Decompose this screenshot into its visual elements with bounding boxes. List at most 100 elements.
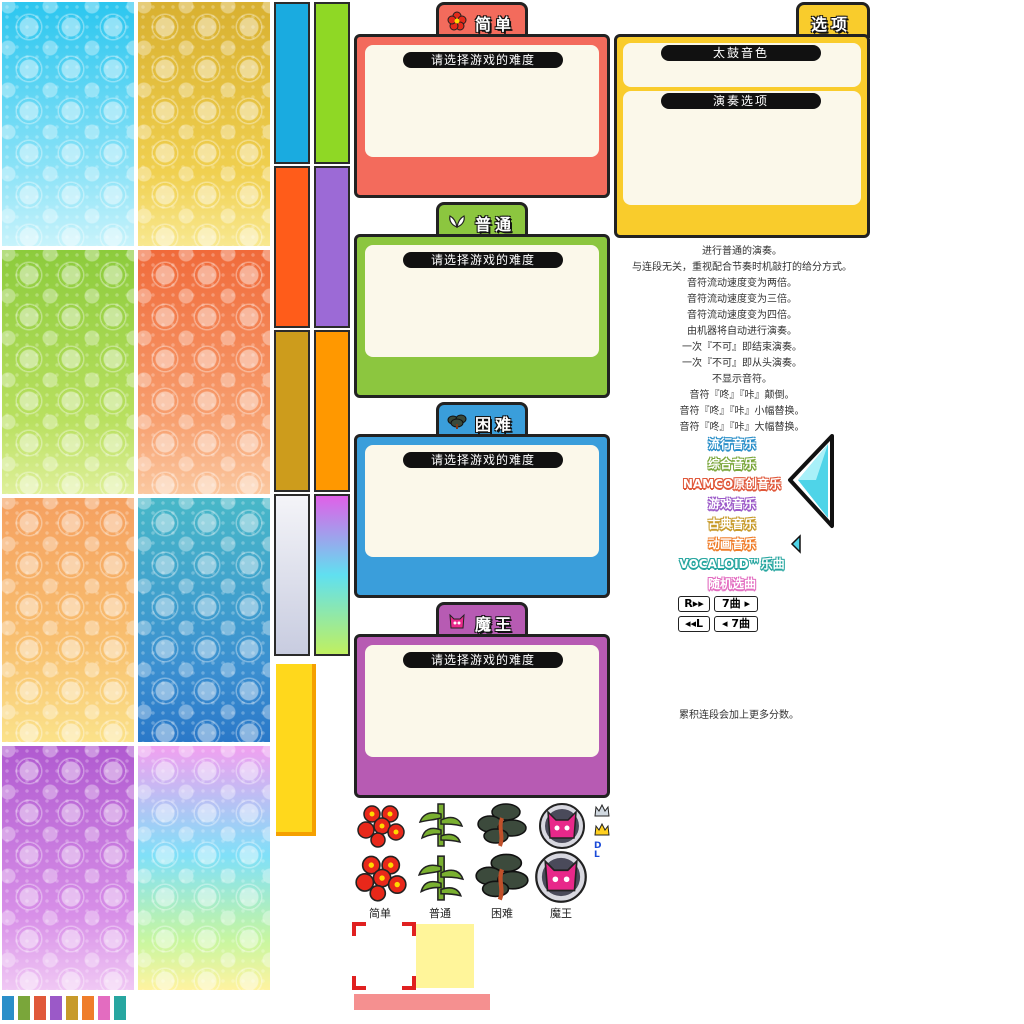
dl-badge: DL xyxy=(594,841,602,860)
strip-lime xyxy=(314,2,350,164)
fast-forward-icon: ▸▸ xyxy=(692,597,704,610)
r-key-button[interactable]: R▸▸ xyxy=(678,596,710,612)
genre-color-swatch xyxy=(114,996,126,1020)
desc-line: 一次『不可』即结束演奏。 xyxy=(682,342,802,353)
flower-icon xyxy=(447,11,467,31)
caption-normal: 普通 xyxy=(429,907,451,920)
panel-easy[interactable]: 请选择游戏的难度 xyxy=(354,34,610,198)
bamboo-leaf-icon xyxy=(449,215,465,228)
genre-game[interactable]: 游戏音乐 xyxy=(672,495,792,512)
desc-line: 音符『咚』『咔』大幅替换。 xyxy=(679,422,805,433)
genre-vocaloid[interactable]: VOCALOID™乐曲 xyxy=(672,555,792,572)
tab-options[interactable]: 选项 xyxy=(796,2,870,38)
tab-oni-label: 魔王 xyxy=(475,615,516,634)
bg-tile-green xyxy=(2,250,134,494)
highlight-swatch-yellow xyxy=(416,924,474,988)
flower-icon xyxy=(355,855,407,902)
highlight-bar-pink xyxy=(354,994,490,1010)
bg-tile-gold xyxy=(138,2,270,246)
selection-frame-corners xyxy=(352,922,416,990)
panel-normal-prompt: 请选择游戏的难度 xyxy=(403,252,563,268)
desc-line: 与连段无关，重视配合节奏时机敲打的给分方式。 xyxy=(632,262,852,273)
genre-color-swatch xyxy=(82,996,94,1020)
small-arrow-cursor-icon xyxy=(790,534,801,554)
bamboo-icon xyxy=(417,855,465,901)
caret-left-icon: ◂ xyxy=(721,617,732,630)
panel-oni-prompt: 请选择游戏的难度 xyxy=(403,652,563,668)
caption-hard: 困难 xyxy=(491,907,513,920)
large-arrow-cursor-icon xyxy=(788,434,834,528)
genre-variety[interactable]: 综合音乐 xyxy=(672,455,792,472)
genre-classical[interactable]: 古典音乐 xyxy=(672,515,792,532)
genre-anime[interactable]: 动画音乐 xyxy=(672,535,792,552)
desc-line: 音符流动速度变为两倍。 xyxy=(687,278,797,289)
desc-line: 音符『咚』『咔』小幅替换。 xyxy=(679,406,805,417)
tab-normal-label: 普通 xyxy=(475,215,516,234)
bamboo-icon xyxy=(418,803,464,847)
l-key-label: L xyxy=(696,617,704,630)
rewind-icon: ◂◂ xyxy=(684,617,697,630)
desc-line: 音符『咚』『咔』颠倒。 xyxy=(689,390,795,401)
tab-options-label: 选项 xyxy=(811,15,852,34)
l-key-button[interactable]: ◂◂L xyxy=(678,616,710,632)
flower-icon xyxy=(357,805,405,848)
strip-rainbow xyxy=(314,494,350,656)
genre-namco[interactable]: NAMCO原创音乐 xyxy=(672,475,792,492)
skip-prev-button[interactable]: ◂ 7曲 xyxy=(714,616,758,632)
caption-easy: 简单 xyxy=(369,907,391,920)
play-options-label: 演奏选项 xyxy=(661,93,821,109)
genre-color-swatch xyxy=(18,996,30,1020)
strip-ochre xyxy=(274,330,310,492)
pine-tree-icon xyxy=(447,414,467,429)
panel-hard-prompt: 请选择游戏的难度 xyxy=(403,452,563,468)
panel-easy-prompt: 请选择游戏的难度 xyxy=(403,52,563,68)
oni-mask-icon xyxy=(535,851,587,903)
genre-pop[interactable]: 流行音乐 xyxy=(672,435,792,452)
tab-easy-label: 简单 xyxy=(475,15,516,34)
crown-gold-icon xyxy=(594,823,610,836)
pine-tree-icon xyxy=(477,803,527,847)
panel-oni[interactable]: 请选择游戏的难度 xyxy=(354,634,610,798)
pine-tree-icon xyxy=(475,853,529,901)
tab-easy[interactable]: 简单 xyxy=(436,2,528,38)
strip-orange-red xyxy=(274,166,310,328)
caption-oni: 魔王 xyxy=(550,907,572,920)
drum-color-label: 太鼓音色 xyxy=(661,45,821,61)
strip-orange xyxy=(314,330,350,492)
bg-tile-orange xyxy=(138,250,270,494)
desc-line: 不显示音符。 xyxy=(712,374,772,385)
skip-prev-label: 7曲 xyxy=(731,617,750,630)
strip-silver xyxy=(274,494,310,656)
skip-next-label: 7曲 xyxy=(721,597,741,610)
strip-blue xyxy=(274,2,310,164)
genre-color-swatch xyxy=(2,996,14,1020)
r-key-label: R xyxy=(684,597,693,610)
skip-next-button[interactable]: 7曲 ▸ xyxy=(714,596,758,612)
desc-line: 音符流动速度变为四倍。 xyxy=(687,310,797,321)
desc-line: 由机器将自动进行演奏。 xyxy=(687,326,797,337)
bg-tile-peach xyxy=(2,498,134,742)
bg-tile-teal xyxy=(138,498,270,742)
bg-tile-rainbow xyxy=(138,746,270,990)
desc-line: 进行普通的演奏。 xyxy=(702,246,782,257)
panel-normal[interactable]: 请选择游戏的难度 xyxy=(354,234,610,398)
panel-hard[interactable]: 请选择游戏的难度 xyxy=(354,434,610,598)
crown-silver-icon xyxy=(594,804,610,817)
bg-tile-purple xyxy=(2,746,134,990)
oni-face-icon xyxy=(449,613,465,629)
tab-hard-label: 困难 xyxy=(475,415,516,434)
tab-hard[interactable]: 困难 xyxy=(436,402,528,438)
strip-yellow xyxy=(276,664,316,836)
tab-normal[interactable]: 普通 xyxy=(436,202,528,238)
strip-violet xyxy=(314,166,350,328)
genre-color-swatch xyxy=(34,996,46,1020)
caret-right-icon: ▸ xyxy=(740,597,750,610)
desc-line: 一次『不可』即从头演奏。 xyxy=(682,358,802,369)
options-panel: 太鼓音色 演奏选项 xyxy=(614,34,870,238)
oni-mask-icon xyxy=(539,803,585,849)
genre-random[interactable]: 随机选曲 xyxy=(672,575,792,592)
tab-oni[interactable]: 魔王 xyxy=(436,602,528,638)
desc-line: 音符流动速度变为三倍。 xyxy=(687,294,797,305)
genre-color-swatch xyxy=(98,996,110,1020)
bg-tile-cyan xyxy=(2,2,134,246)
